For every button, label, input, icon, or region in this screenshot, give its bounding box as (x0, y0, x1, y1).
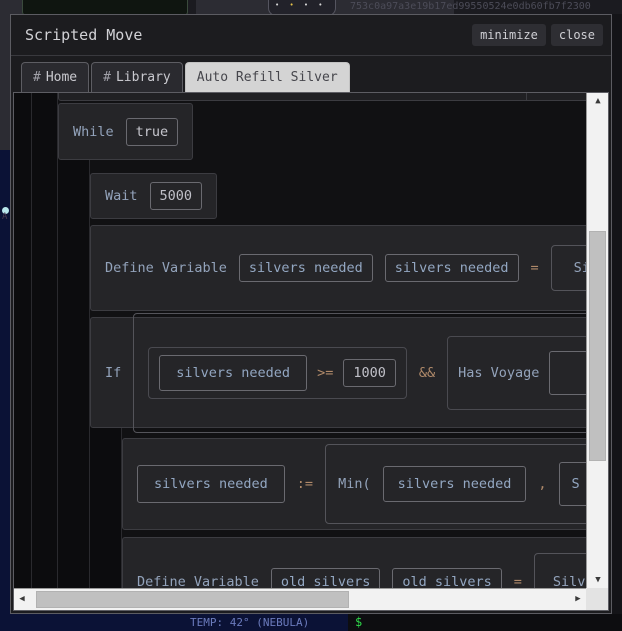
define-old-silvers-value: Silver (552, 574, 586, 588)
partial-block-above[interactable] (58, 93, 578, 101)
wait-keyword: Wait (105, 188, 138, 204)
if-comparator: >= (317, 364, 334, 381)
wait-value-field[interactable]: 5000 (149, 182, 203, 210)
scroll-up-arrow-icon[interactable]: ▲ (587, 96, 609, 106)
min-function-name: Min( (338, 476, 371, 492)
indent-gutter-0 (14, 93, 32, 588)
horizontal-scrollbar-thumb[interactable] (36, 591, 349, 608)
background-terminal-top-line: 753c0a97a3e19b17ed99550524e0db60fb7f2300 (350, 1, 591, 12)
window-title: Scripted Move (25, 26, 143, 44)
assign-target-field[interactable]: silvers needed (137, 465, 285, 503)
min-arg1-field[interactable]: silvers needed (382, 466, 527, 502)
tab-home[interactable]: # Home (21, 62, 90, 92)
scroll-right-arrow-icon[interactable]: ▶ (570, 594, 586, 604)
minimize-button[interactable]: minimize (472, 24, 546, 46)
define-old-silvers-value-group[interactable]: Silver (533, 553, 586, 588)
if-keyword: If (105, 364, 122, 381)
tab-auto-refill-silver[interactable]: Auto Refill Silver (184, 62, 350, 92)
close-button[interactable]: close (550, 24, 603, 46)
block-define-silvers-needed[interactable]: Define Variable silvers needed silvers n… (90, 225, 586, 311)
define-silvers-value-group[interactable]: Si (550, 245, 586, 291)
if-second-condition-label: Has Voyage (458, 364, 540, 381)
if-condition-group[interactable]: silvers needed >= 1000 && Has Voyage (133, 312, 586, 433)
scroll-down-arrow-icon[interactable]: ▼ (587, 575, 609, 585)
min-arg-separator: , (538, 476, 547, 492)
if-left-operand-field[interactable]: silvers needed (159, 354, 308, 391)
block-define-old-silvers[interactable]: Define Variable old silvers old silvers … (122, 537, 586, 588)
tab-bar: # Home # Library Auto Refill Silver (11, 56, 611, 92)
while-keyword: While (73, 123, 114, 140)
script-editor: While true Wait 5000 Define Variable sil… (13, 92, 609, 611)
scrollbar-corner (586, 588, 608, 610)
tab-library-label: Library (115, 70, 171, 85)
assign-expression-group[interactable]: Min( silvers needed , S (325, 444, 586, 524)
assign-operator: := (296, 476, 314, 492)
tab-home-label: Home (45, 70, 78, 85)
block-while[interactable]: While true (58, 103, 194, 160)
indent-gutter-1 (32, 93, 58, 588)
block-assign-silvers-needed[interactable]: silvers needed := Min( silvers needed , … (122, 438, 586, 530)
window-title-bar: Scripted Move minimize close (11, 15, 611, 56)
define-old-silvers-keyword: Define Variable (137, 574, 259, 588)
partial-block-above-right[interactable] (526, 93, 586, 101)
scripted-move-window: Scripted Move minimize close # Home # Li… (10, 14, 612, 614)
block-wait[interactable]: Wait 5000 (90, 173, 218, 219)
block-if[interactable]: If silvers needed >= 1000 && Has Voyage (90, 312, 586, 433)
define-old-silvers-var-field[interactable]: old silvers (392, 568, 502, 588)
horizontal-scrollbar[interactable]: ◀ ▶ (14, 588, 586, 610)
shell-prompt: $ (355, 615, 363, 629)
vertical-scrollbar-thumb[interactable] (589, 231, 606, 461)
tab-library[interactable]: # Library (91, 62, 183, 92)
define-silvers-equals: = (530, 260, 539, 276)
script-canvas[interactable]: While true Wait 5000 Define Variable sil… (14, 93, 586, 588)
scroll-left-arrow-icon[interactable]: ◀ (14, 594, 30, 604)
define-silvers-value: Si (573, 260, 586, 276)
if-right-operand-field[interactable]: 1000 (343, 358, 396, 387)
horizontal-scroll-row: ◀ ▶ (14, 588, 608, 610)
if-comparison-group[interactable]: silvers needed >= 1000 (148, 346, 407, 399)
pill-dots: • • • • (275, 1, 326, 9)
if-second-condition-field[interactable] (549, 350, 586, 395)
if-logic-operator: && (418, 364, 436, 381)
script-editor-row: While true Wait 5000 Define Variable sil… (14, 93, 608, 588)
indent-gutter-2 (58, 151, 90, 588)
define-variable-keyword: Define Variable (105, 260, 227, 276)
if-second-condition-group[interactable]: Has Voyage (447, 335, 586, 410)
while-condition-field[interactable]: true (125, 117, 179, 146)
define-silvers-name-field[interactable]: silvers needed (238, 254, 373, 282)
min-arg2-field[interactable]: S (558, 462, 586, 506)
define-silvers-var-field[interactable]: silvers needed (384, 254, 519, 282)
define-old-silvers-name-field[interactable]: old silvers (270, 568, 381, 588)
background-left-glyph: A (2, 212, 8, 222)
define-old-silvers-equals: = (513, 574, 522, 588)
tab-auto-refill-silver-label: Auto Refill Silver (196, 70, 338, 85)
hash-icon: # (33, 70, 41, 85)
hash-icon: # (103, 70, 111, 85)
status-temperature: TEMP: 42° (NEBULA) (190, 616, 310, 629)
vertical-scrollbar[interactable]: ▲ ▼ (586, 93, 608, 588)
desktop-status-bar: TEMP: 42° (NEBULA) $ (0, 614, 622, 631)
